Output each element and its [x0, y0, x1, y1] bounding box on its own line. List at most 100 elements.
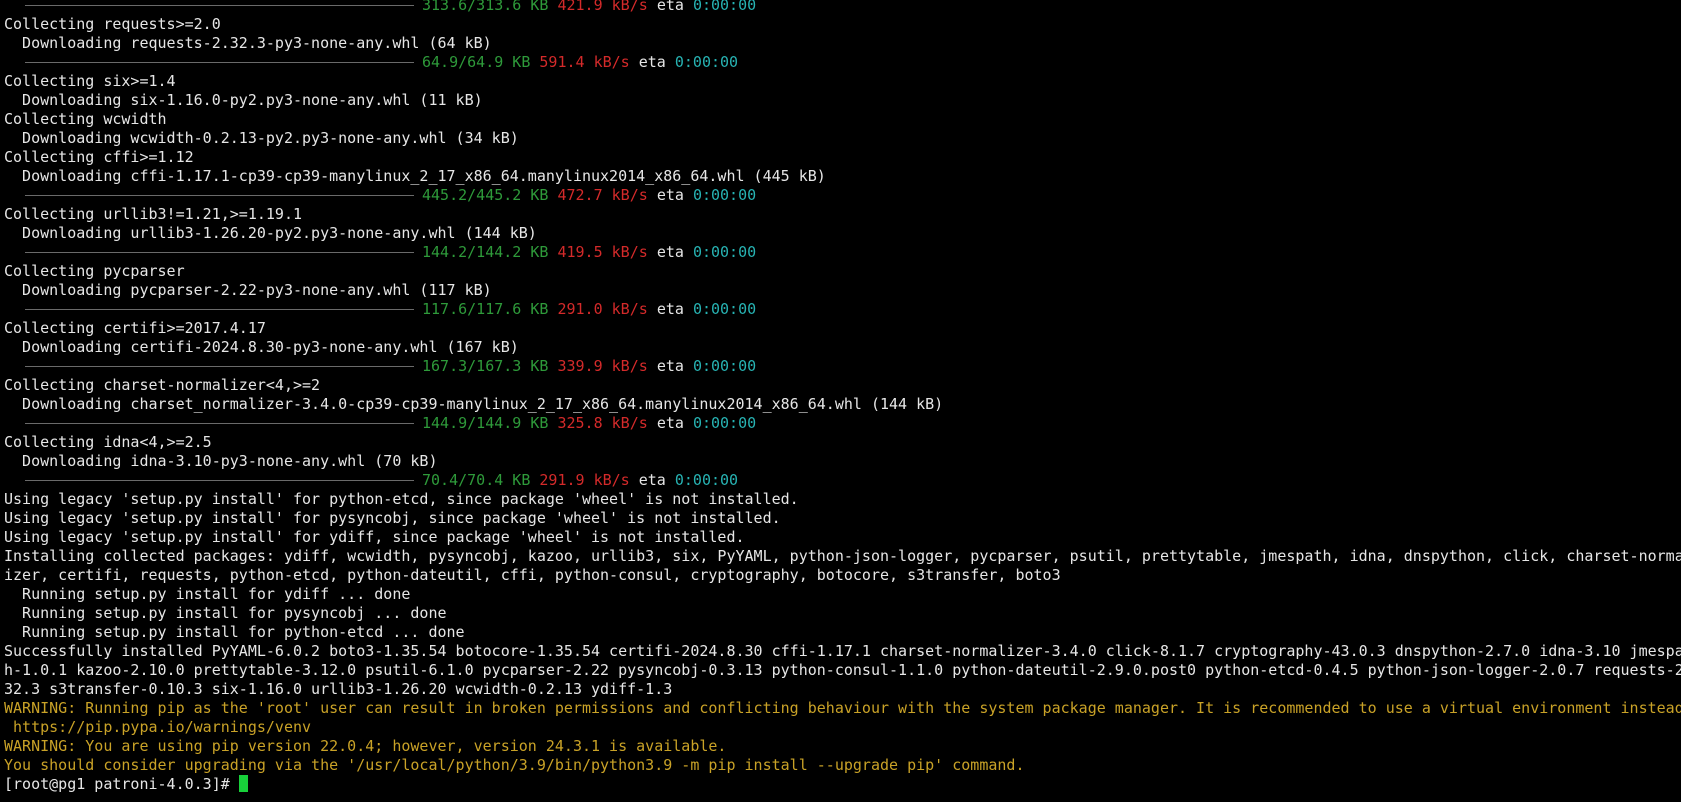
output-text: Downloading charset_normalizer-3.4.0-cp3… — [4, 395, 944, 413]
output-line: Collecting six>=1.4 — [4, 72, 1681, 91]
output-text: h-1.0.1 kazoo-2.10.0 prettytable-3.12.0 … — [4, 661, 1681, 679]
progress-speed: 325.8 kB/s — [557, 414, 648, 432]
progress-bar — [25, 480, 414, 481]
progress-bar — [25, 423, 414, 424]
progress-eta-label: eta — [638, 471, 666, 489]
output-text: Downloading six-1.16.0-py2.py3-none-any.… — [4, 91, 483, 109]
output-text: Downloading pycparser-2.22-py3-none-any.… — [4, 281, 492, 299]
output-line: Collecting wcwidth — [4, 110, 1681, 129]
output-text: Downloading cffi-1.17.1-cp39-cp39-manyli… — [4, 167, 826, 185]
output-text: Running setup.py install for python-etcd… — [4, 623, 465, 641]
progress-eta: 0:00:00 — [692, 414, 757, 432]
output-line: Using legacy 'setup.py install' for pysy… — [4, 509, 1681, 528]
progress-bar — [25, 195, 414, 196]
output-line: Downloading idna-3.10-py3-none-any.whl (… — [4, 452, 1681, 471]
output-text: Downloading idna-3.10-py3-none-any.whl (… — [4, 452, 438, 470]
progress-bar — [25, 62, 414, 63]
output-line: Successfully installed PyYAML-6.0.2 boto… — [4, 642, 1681, 661]
progress-line: 117.6/117.6 KB 291.0 kB/s eta 0:00:00 — [4, 300, 1681, 319]
progress-size: 313.6/313.6 KB — [422, 0, 549, 14]
output-line: Using legacy 'setup.py install' for ydif… — [4, 528, 1681, 547]
output-line: Running setup.py install for ydiff ... d… — [4, 585, 1681, 604]
warning-text: You should consider upgrading via the '/… — [4, 756, 1025, 774]
output-text: Using legacy 'setup.py install' for pysy… — [4, 509, 781, 527]
output-line: Running setup.py install for python-etcd… — [4, 623, 1681, 642]
output-line: Downloading charset_normalizer-3.4.0-cp3… — [4, 395, 1681, 414]
output-text: Collecting certifi>=2017.4.17 — [4, 319, 266, 337]
progress-eta: 0:00:00 — [692, 300, 757, 318]
progress-eta-label: eta — [656, 243, 684, 261]
progress-line: 64.9/64.9 KB 591.4 kB/s eta 0:00:00 — [4, 53, 1681, 72]
progress-size: 117.6/117.6 KB — [422, 300, 549, 318]
output-line: Downloading urllib3-1.26.20-py2.py3-none… — [4, 224, 1681, 243]
terminal-window[interactable]: 313.6/313.6 KB 421.9 kB/s eta 0:00:00 Col… — [4, 0, 1681, 802]
output-text: Using legacy 'setup.py install' for ydif… — [4, 528, 745, 546]
output-text: Collecting wcwidth — [4, 110, 167, 128]
output-text: Collecting pycparser — [4, 262, 185, 280]
output-text: Collecting idna<4,>=2.5 — [4, 433, 212, 451]
progress-eta: 0:00:00 — [692, 186, 757, 204]
output-text: Collecting urllib3!=1.21,>=1.19.1 — [4, 205, 303, 223]
output-line: Downloading wcwidth-0.2.13-py2.py3-none-… — [4, 129, 1681, 148]
progress-bar — [25, 366, 414, 367]
output-line: Downloading six-1.16.0-py2.py3-none-any.… — [4, 91, 1681, 110]
progress-speed: 419.5 kB/s — [557, 243, 648, 261]
progress-bar — [25, 252, 414, 253]
output-text: Downloading wcwidth-0.2.13-py2.py3-none-… — [4, 129, 519, 147]
output-text: Collecting requests>=2.0 — [4, 15, 221, 33]
warning-text: https://pip.pypa.io/warnings/venv — [4, 718, 312, 736]
progress-eta: 0:00:00 — [692, 357, 757, 375]
output-text: Running setup.py install for ydiff ... d… — [4, 585, 411, 603]
output-line: izer, certifi, requests, python-etcd, py… — [4, 566, 1681, 585]
output-text: Downloading urllib3-1.26.20-py2.py3-none… — [4, 224, 537, 242]
progress-eta-label: eta — [656, 0, 684, 14]
output-text: izer, certifi, requests, python-etcd, py… — [4, 566, 1061, 584]
output-line: Downloading pycparser-2.22-py3-none-any.… — [4, 281, 1681, 300]
output-line: Using legacy 'setup.py install' for pyth… — [4, 490, 1681, 509]
output-text: Collecting six>=1.4 — [4, 72, 176, 90]
output-line: Collecting charset-normalizer<4,>=2 — [4, 376, 1681, 395]
output-text: Collecting charset-normalizer<4,>=2 — [4, 376, 321, 394]
text-cursor[interactable] — [238, 775, 248, 792]
output-text: Installing collected packages: ydiff, wc… — [4, 547, 1681, 565]
progress-speed: 591.4 kB/s — [539, 53, 630, 71]
progress-eta: 0:00:00 — [692, 0, 757, 14]
progress-size: 144.2/144.2 KB — [422, 243, 549, 261]
output-text: Running setup.py install for pysyncobj .… — [4, 604, 447, 622]
progress-eta-label: eta — [656, 414, 684, 432]
output-line: Installing collected packages: ydiff, wc… — [4, 547, 1681, 566]
progress-eta: 0:00:00 — [674, 53, 739, 71]
progress-eta-label: eta — [656, 357, 684, 375]
output-text: Collecting cffi>=1.12 — [4, 148, 194, 166]
progress-eta: 0:00:00 — [674, 471, 739, 489]
progress-line: 144.9/144.9 KB 325.8 kB/s eta 0:00:00 — [4, 414, 1681, 433]
output-text: 32.3 s3transfer-0.10.3 six-1.16.0 urllib… — [4, 680, 673, 698]
output-text: Using legacy 'setup.py install' for pyth… — [4, 490, 799, 508]
shell-prompt: [root@pg1 patroni-4.0.3]# — [4, 775, 239, 793]
output-line: Downloading requests-2.32.3-py3-none-any… — [4, 34, 1681, 53]
output-line: Collecting idna<4,>=2.5 — [4, 433, 1681, 452]
progress-eta-label: eta — [656, 186, 684, 204]
progress-speed: 291.0 kB/s — [557, 300, 648, 318]
progress-speed: 291.9 kB/s — [539, 471, 630, 489]
output-line: Collecting requests>=2.0 — [4, 15, 1681, 34]
warning-text: WARNING: You are using pip version 22.0.… — [4, 737, 727, 755]
output-line: Collecting certifi>=2017.4.17 — [4, 319, 1681, 338]
output-text: Successfully installed PyYAML-6.0.2 boto… — [4, 642, 1681, 660]
warning-line: https://pip.pypa.io/warnings/venv — [4, 718, 1681, 737]
output-text: Downloading certifi-2024.8.30-py3-none-a… — [4, 338, 519, 356]
progress-line: 445.2/445.2 KB 472.7 kB/s eta 0:00:00 — [4, 186, 1681, 205]
progress-size: 445.2/445.2 KB — [422, 186, 549, 204]
output-text: Downloading requests-2.32.3-py3-none-any… — [4, 34, 492, 52]
output-line: Downloading cffi-1.17.1-cp39-cp39-manyli… — [4, 167, 1681, 186]
shell-prompt-line: [root@pg1 patroni-4.0.3]# — [4, 775, 1681, 794]
progress-eta-label: eta — [656, 300, 684, 318]
progress-size: 64.9/64.9 KB — [422, 53, 531, 71]
progress-line: 144.2/144.2 KB 419.5 kB/s eta 0:00:00 — [4, 243, 1681, 262]
progress-size: 144.9/144.9 KB — [422, 414, 549, 432]
progress-size: 167.3/167.3 KB — [422, 357, 549, 375]
progress-speed: 421.9 kB/s — [557, 0, 648, 14]
progress-eta: 0:00:00 — [692, 243, 757, 261]
progress-line: 313.6/313.6 KB 421.9 kB/s eta 0:00:00 — [4, 0, 1681, 15]
output-line: Collecting urllib3!=1.21,>=1.19.1 — [4, 205, 1681, 224]
